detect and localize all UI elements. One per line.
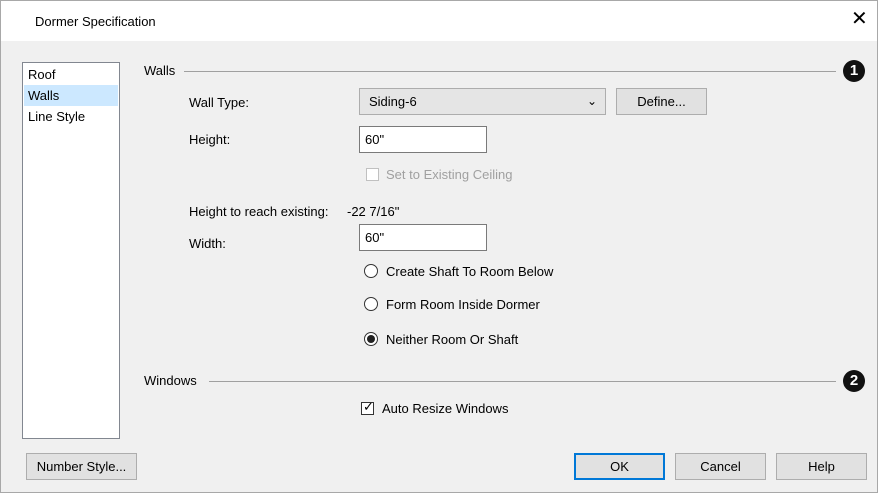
walls-group-label: Walls (144, 63, 176, 78)
ok-button[interactable]: OK (574, 453, 665, 480)
height-label: Height: (189, 132, 231, 147)
callout-2-icon: 2 (843, 370, 865, 392)
radio-neither-label: Neither Room Or Shaft (386, 332, 519, 347)
radio-selected-dot (367, 335, 375, 343)
walls-group-divider (184, 71, 836, 72)
callout-1-icon: 1 (843, 60, 865, 82)
wall-type-label: Wall Type: (189, 95, 249, 110)
auto-resize-windows-checkbox[interactable]: ✓ (361, 399, 374, 415)
radio-neither[interactable] (364, 332, 378, 346)
width-input[interactable]: 60" (359, 224, 487, 251)
nav-item-roof[interactable]: Roof (24, 64, 118, 85)
dormer-specification-dialog: Dormer Specification ✕ Roof Walls Line S… (0, 0, 878, 493)
height-reach-existing-value: -22 7/16" (347, 204, 400, 219)
nav-item-walls[interactable]: Walls (24, 85, 118, 106)
radio-form-room-label: Form Room Inside Dormer (386, 297, 540, 312)
windows-group-divider (209, 381, 836, 382)
set-existing-ceiling-label: Set to Existing Ceiling (386, 167, 513, 182)
width-label: Width: (189, 236, 226, 251)
chevron-down-icon: ⌄ (586, 94, 597, 108)
close-icon[interactable]: ✕ (851, 9, 868, 29)
windows-group-label: Windows (144, 373, 197, 388)
wall-type-select[interactable]: Siding-6 ⌄ (359, 88, 606, 115)
cancel-button[interactable]: Cancel (675, 453, 766, 480)
nav-item-line-style[interactable]: Line Style (24, 106, 118, 127)
radio-form-room[interactable] (364, 297, 378, 311)
checkmark-icon: ✓ (363, 399, 374, 414)
category-list[interactable]: Roof Walls Line Style (22, 62, 120, 439)
number-style-button[interactable]: Number Style... (26, 453, 137, 480)
height-reach-existing-label: Height to reach existing: (189, 204, 329, 219)
title-bar: Dormer Specification ✕ (1, 1, 877, 41)
help-button[interactable]: Help (776, 453, 867, 480)
radio-create-shaft-label: Create Shaft To Room Below (386, 264, 554, 279)
wall-type-value: Siding-6 (369, 94, 417, 109)
auto-resize-windows-label: Auto Resize Windows (382, 401, 509, 416)
window-title: Dormer Specification (35, 14, 156, 29)
define-button[interactable]: Define... (616, 88, 707, 115)
height-input[interactable]: 60" (359, 126, 487, 153)
radio-create-shaft[interactable] (364, 264, 378, 278)
set-existing-ceiling-checkbox[interactable] (366, 168, 379, 181)
